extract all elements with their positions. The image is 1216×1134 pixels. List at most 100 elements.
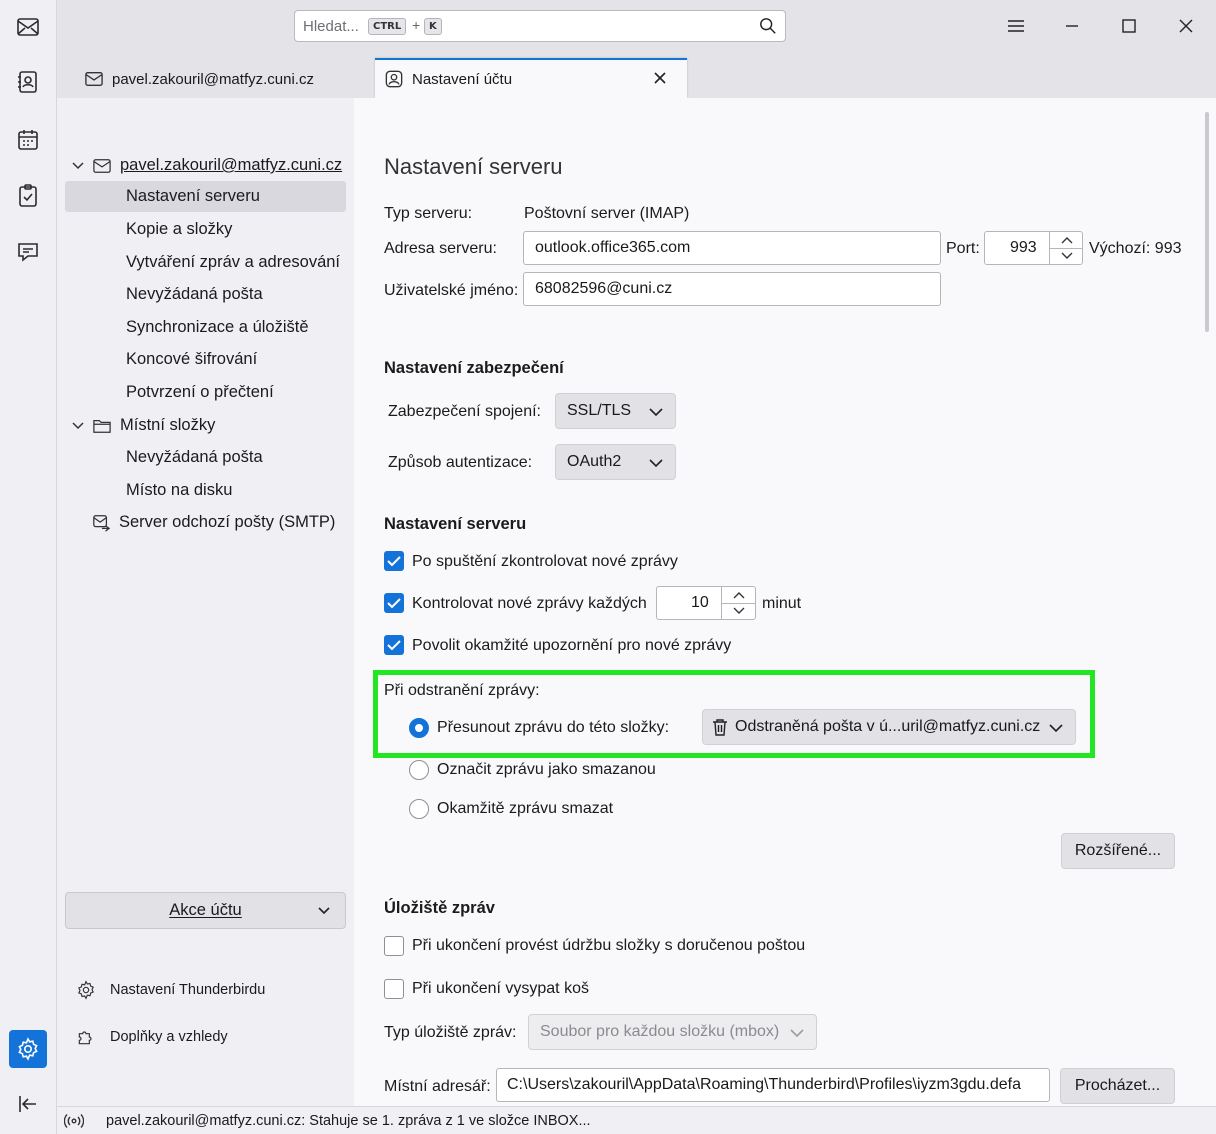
port-stepper[interactable] [1049,232,1083,264]
page-title: Nastavení serveru [384,154,563,179]
delete-now-label[interactable]: Okamžitě zprávu smazat [437,800,613,818]
step-up-icon[interactable] [1049,232,1083,248]
item-label: Koncové šifrování [126,350,258,368]
sidebar-item-sync-storage[interactable]: Synchronizace a úložiště [65,312,346,343]
smtp-label: Server odchozí pošty (SMTP) [119,513,336,531]
store-type-value: Soubor pro každou složku (mbox) [540,1023,780,1040]
close-window-icon[interactable] [1168,10,1204,42]
tasks-icon[interactable] [9,177,47,215]
item-label: Kopie a složky [126,220,233,238]
mark-deleted-radio[interactable] [409,760,429,780]
trash-folder-picker[interactable]: Odstraněná pošta v ú...uril@matfyz.cuni.… [702,709,1076,745]
delete-now-radio[interactable] [409,799,429,819]
sidebar-item-disk-space[interactable]: Místo na disku [65,475,346,506]
step-down-icon[interactable] [721,602,755,619]
tab-mail[interactable]: pavel.zakouril@matfyz.cuni.cz [72,60,372,98]
tab-account-settings[interactable]: Nastavení účtu [375,58,687,98]
chevron-down-icon [318,907,330,915]
sidebar-item-receipts[interactable]: Potvrzení o přečtení [65,377,346,408]
step-down-icon[interactable] [1049,247,1083,264]
connection-security-select[interactable]: SSL/TLS [555,393,676,429]
interval-stepper[interactable] [721,587,755,619]
sidebar-item-junk[interactable]: Nevyžádaná pošta [65,279,346,310]
chevron-down-icon[interactable] [71,419,85,433]
status-text: pavel.zakouril@matfyz.cuni.cz: Stahuje s… [106,1112,591,1129]
username-label: Uživatelské jméno: [384,282,519,299]
tree-smtp-server[interactable]: Server odchozí pošty (SMTP) [65,507,346,538]
check-every-label[interactable]: Kontrolovat nové zprávy každých [412,595,647,613]
server-settings-heading: Nastavení serveru [384,515,527,533]
account-icon [385,70,403,88]
account-actions-button[interactable]: Akce účtu [65,892,346,929]
chevron-down-icon [1049,724,1063,733]
spaces-toolbar [0,0,57,1134]
connection-security-label: Zabezpečení spojení: [388,403,541,420]
thunderbird-settings-link[interactable]: Nastavení Thunderbirdu [76,980,265,1000]
search-input[interactable]: Hledat... CTRL + K [294,10,786,42]
server-settings-panel: Nastavení serveru Typ serveru: Poštovní … [354,98,1216,1106]
sidebar-item-copies-folders[interactable]: Kopie a složky [65,214,346,245]
cleanup-inbox-checkbox[interactable] [384,936,404,956]
maximize-icon[interactable] [1111,10,1147,42]
check-on-startup-label[interactable]: Po spuštění zkontrolovat nové zprávy [412,553,678,571]
outgoing-server-icon [93,514,110,532]
browse-label: Procházet... [1074,1077,1161,1094]
collapse-toolbar-icon[interactable] [9,1085,47,1123]
tab-label: pavel.zakouril@matfyz.cuni.cz [112,70,314,88]
username-input[interactable]: 68082596@cuni.cz [523,272,941,306]
empty-trash-checkbox[interactable] [384,979,404,999]
mark-deleted-label[interactable]: Označit zprávu jako smazanou [437,761,656,779]
search-placeholder: Hledat... [303,18,359,35]
app-menu-icon[interactable] [998,10,1034,42]
tree-account-root[interactable]: pavel.zakouril@matfyz.cuni.cz [65,150,346,181]
connection-status-icon [64,1113,84,1128]
search-icon[interactable] [759,17,777,35]
idle-notify-checkbox[interactable] [384,635,404,655]
folder-icon [93,419,111,433]
advanced-button[interactable]: Rozšířené... [1061,833,1175,869]
move-to-folder-label[interactable]: Přesunout zprávu do této složky: [437,719,669,737]
settings-gear-icon[interactable] [9,1030,47,1068]
browse-button[interactable]: Procházet... [1060,1068,1175,1104]
chevron-down-icon[interactable] [71,159,85,173]
idle-notify-label[interactable]: Povolit okamžité upozornění pro nové zpr… [412,637,731,655]
tree-local-folders[interactable]: Místní složky [65,410,346,441]
move-to-folder-radio[interactable] [409,718,429,738]
store-type-select: Soubor pro každou složku (mbox) [528,1014,817,1050]
empty-trash-label[interactable]: Při ukončení vysypat koš [412,980,589,998]
close-tab-icon[interactable] [652,70,668,86]
chat-icon[interactable] [9,233,47,271]
cleanup-inbox-label[interactable]: Při ukončení provést údržbu složky s dor… [412,937,805,955]
advanced-label: Rozšířené... [1074,842,1162,859]
local-directory-input[interactable]: C:\Users\zakouril\AppData\Roaming\Thunde… [496,1068,1050,1102]
sidebar-item-server-settings[interactable]: Nastavení serveru [65,181,346,212]
content-scrollbar[interactable] [1205,112,1209,332]
sidebar-item-composition[interactable]: Vytváření zpráv a adresování [65,247,346,278]
check-every-checkbox[interactable] [384,593,404,613]
server-type-label: Typ serveru: [384,205,473,222]
minimize-icon[interactable] [1054,10,1090,42]
status-bar: pavel.zakouril@matfyz.cuni.cz: Stahuje s… [57,1106,1216,1134]
auth-method-value: OAuth2 [567,453,622,470]
account-name: pavel.zakouril@matfyz.cuni.cz [120,156,343,174]
calendar-icon[interactable] [9,121,47,159]
sidebar-item-e2e-encryption[interactable]: Koncové šifrování [65,344,346,375]
check-interval-value: 10 [691,594,709,611]
chevron-down-icon [649,408,663,417]
address-book-icon[interactable] [9,63,47,101]
step-up-icon[interactable] [721,587,755,603]
check-on-startup-checkbox[interactable] [384,551,404,571]
shortcut-key-k: K [424,18,442,35]
default-port-label: Výchozí: 993 [1089,240,1182,257]
sidebar-item-local-junk[interactable]: Nevyžádaná pošta [65,442,346,473]
thunderbird-settings-label: Nastavení Thunderbirdu [110,982,266,998]
addons-themes-link[interactable]: Doplňky a vzhledy [76,1027,228,1047]
item-label: Nevyžádaná pošta [126,448,263,466]
item-label: Nastavení serveru [126,187,260,205]
mail-icon[interactable] [9,8,47,46]
auth-method-select[interactable]: OAuth2 [555,444,676,480]
tab-strip: pavel.zakouril@matfyz.cuni.cz Nastavení … [57,54,1216,98]
item-label: Místo na disku [126,481,233,499]
minutes-label: minut [762,595,802,612]
server-address-input[interactable]: outlook.office365.com [523,231,941,265]
